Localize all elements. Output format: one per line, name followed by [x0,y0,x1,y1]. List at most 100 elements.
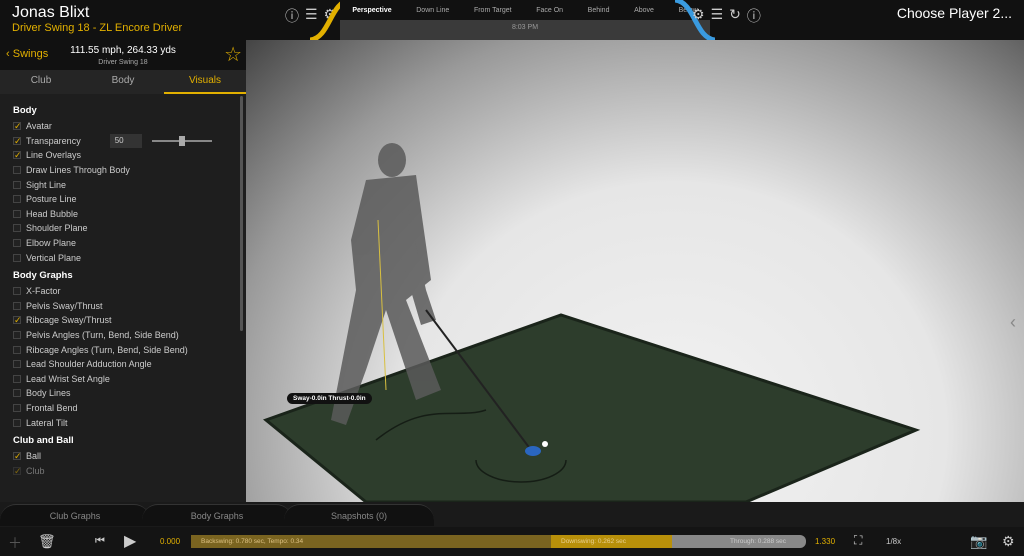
option-label: Vertical Plane [26,252,82,263]
checkbox[interactable] [13,209,21,218]
option-elbow-plane[interactable]: Elbow Plane [13,236,246,251]
checkbox[interactable] [13,360,21,369]
tab-snapshots[interactable]: Snapshots (0) [284,504,434,526]
checkbox[interactable]: ✓ [13,122,22,131]
fullscreen-icon[interactable]: ⛶ [854,533,862,548]
downswing-segment[interactable]: Downswing: 0.262 sec [551,535,672,548]
gear-icon[interactable]: ⚙ [692,6,705,26]
checkbox[interactable]: ✓ [13,136,22,145]
option-pelvis-sway-thrust[interactable]: Pelvis Sway/Thrust [13,299,246,314]
view-down-line[interactable]: Down Line [416,7,449,14]
3d-viewport[interactable]: Sway-0.0in Thrust-0.0in ‹ [246,40,1024,504]
choose-player-2[interactable]: Choose Player 2... [897,5,1012,21]
checkbox[interactable] [13,224,21,233]
info-icon[interactable]: ⓘ [747,6,761,26]
checkbox[interactable]: ✓ [13,466,22,475]
checkbox[interactable] [13,403,21,412]
checkbox[interactable] [13,374,21,383]
option-transparency[interactable]: ✓ Transparency 50 [13,133,246,149]
view-perspective[interactable]: Perspective [352,7,391,14]
chevron-left-icon[interactable]: ‹ [1010,312,1016,333]
checkbox[interactable] [13,389,21,398]
option-label: Pelvis Sway/Thrust [26,300,103,311]
list-icon[interactable]: ☰ [711,6,724,26]
option-label: Body Lines [26,388,71,399]
option-shoulder-plane[interactable]: Shoulder Plane [13,221,246,236]
option-ball[interactable]: ✓ Ball [13,449,246,464]
option-avatar[interactable]: ✓ Avatar [13,119,246,134]
view-face-on[interactable]: Face On [536,7,563,14]
info-icon[interactable]: ⓘ [285,6,299,26]
section-title: Body Graphs [13,269,73,281]
rewind-icon[interactable]: ⏮ [95,535,105,548]
checkbox[interactable] [13,301,21,310]
checkbox[interactable] [13,180,21,189]
add-icon[interactable]: ＋ [8,533,22,553]
option-label: Lead Wrist Set Angle [26,373,110,384]
option-head-bubble[interactable]: Head Bubble [13,207,246,222]
option-sight-line[interactable]: Sight Line [13,177,246,192]
option-ribcage-angles-turn-bend-side-bend-[interactable]: Ribcage Angles (Turn, Bend, Side Bend) [13,342,246,357]
trash-icon[interactable]: 🗑 [38,533,56,550]
option-ribcage-sway-thrust[interactable]: ✓ Ribcage Sway/Thrust [13,313,246,328]
tab-body-graphs[interactable]: Body Graphs [142,504,292,526]
option-label: Club [26,465,45,476]
camera-icon[interactable]: 📷 [970,533,987,550]
option-line-overlays[interactable]: ✓ Line Overlays [13,148,246,163]
option-label: Lateral Tilt [26,417,68,428]
option-pelvis-angles-turn-bend-side-bend-[interactable]: Pelvis Angles (Turn, Bend, Side Bend) [13,328,246,343]
option-draw-lines-through-body[interactable]: Draw Lines Through Body [13,163,246,178]
option-lateral-tilt[interactable]: Lateral Tilt [13,415,246,430]
checkbox[interactable] [13,239,21,248]
refresh-icon[interactable]: ↻ [729,6,741,26]
view-above[interactable]: Above [634,7,654,14]
checkbox[interactable]: ✓ [13,316,22,325]
section-title: Body [13,105,37,116]
speed[interactable]: 1/8x [886,537,901,546]
option-label: Posture Line [26,194,77,205]
option-lead-wrist-set-angle[interactable]: Lead Wrist Set Angle [13,372,246,387]
scene [262,143,921,504]
view-behind[interactable]: Behind [588,7,610,14]
tab-club-graphs[interactable]: Club Graphs [0,504,150,526]
star-icon[interactable]: ☆ [224,42,242,67]
option-label: Avatar [26,121,52,132]
section-title: Club and Ball [13,434,74,446]
option-posture-line[interactable]: Posture Line [13,192,246,207]
time-start: 0.000 [160,537,181,546]
checkbox[interactable] [13,345,21,354]
option-label: Sight Line [26,179,67,190]
tab-visuals[interactable]: Visuals [164,70,246,94]
option-label: Lead Shoulder Adduction Angle [26,359,152,370]
checkbox[interactable] [13,195,21,204]
option-frontal-bend[interactable]: Frontal Bend [13,401,246,416]
checkbox[interactable] [13,331,21,340]
checkbox[interactable] [13,253,21,262]
play-icon[interactable]: ▶ [124,531,136,551]
tab-body[interactable]: Body [82,70,164,94]
playback-bar: ＋ 🗑 ⏮ ▶ 0.000 Backswing: 0.780 sec, Temp… [0,527,1024,556]
clock: 8:03 PM [511,24,539,31]
through-segment[interactable]: Through: 0.288 sec [672,535,806,548]
backswing-segment[interactable]: Backswing: 0.780 sec, Tempo: 0.34 [191,535,551,548]
transparency-input[interactable]: 50 [109,133,142,148]
settings-icon[interactable]: ⚙ [1002,533,1015,550]
checkbox[interactable] [13,418,21,427]
option-label: Transparency [26,135,81,146]
checkbox[interactable]: ✓ [13,151,22,160]
transparency-slider[interactable] [151,135,212,146]
option-label: X-Factor [26,286,61,297]
option-lead-shoulder-adduction-angle[interactable]: Lead Shoulder Adduction Angle [13,357,246,372]
scrollbar[interactable] [240,96,243,331]
option-body-lines[interactable]: Body Lines [13,386,246,401]
option-x-factor[interactable]: X-Factor [13,284,246,299]
checkbox[interactable] [13,166,21,175]
option-vertical-plane[interactable]: Vertical Plane [13,250,246,265]
checkbox[interactable]: ✓ [13,452,22,461]
view-selector: Perspective Down Line From Target Face On Be… [340,0,710,40]
tab-club[interactable]: Club [0,70,82,94]
option-club[interactable]: ✓ Club [13,463,246,478]
view-from-target[interactable]: From Target [474,7,512,14]
option-label: Ribcage Angles (Turn, Bend, Side Bend) [26,344,188,355]
checkbox[interactable] [13,287,21,296]
